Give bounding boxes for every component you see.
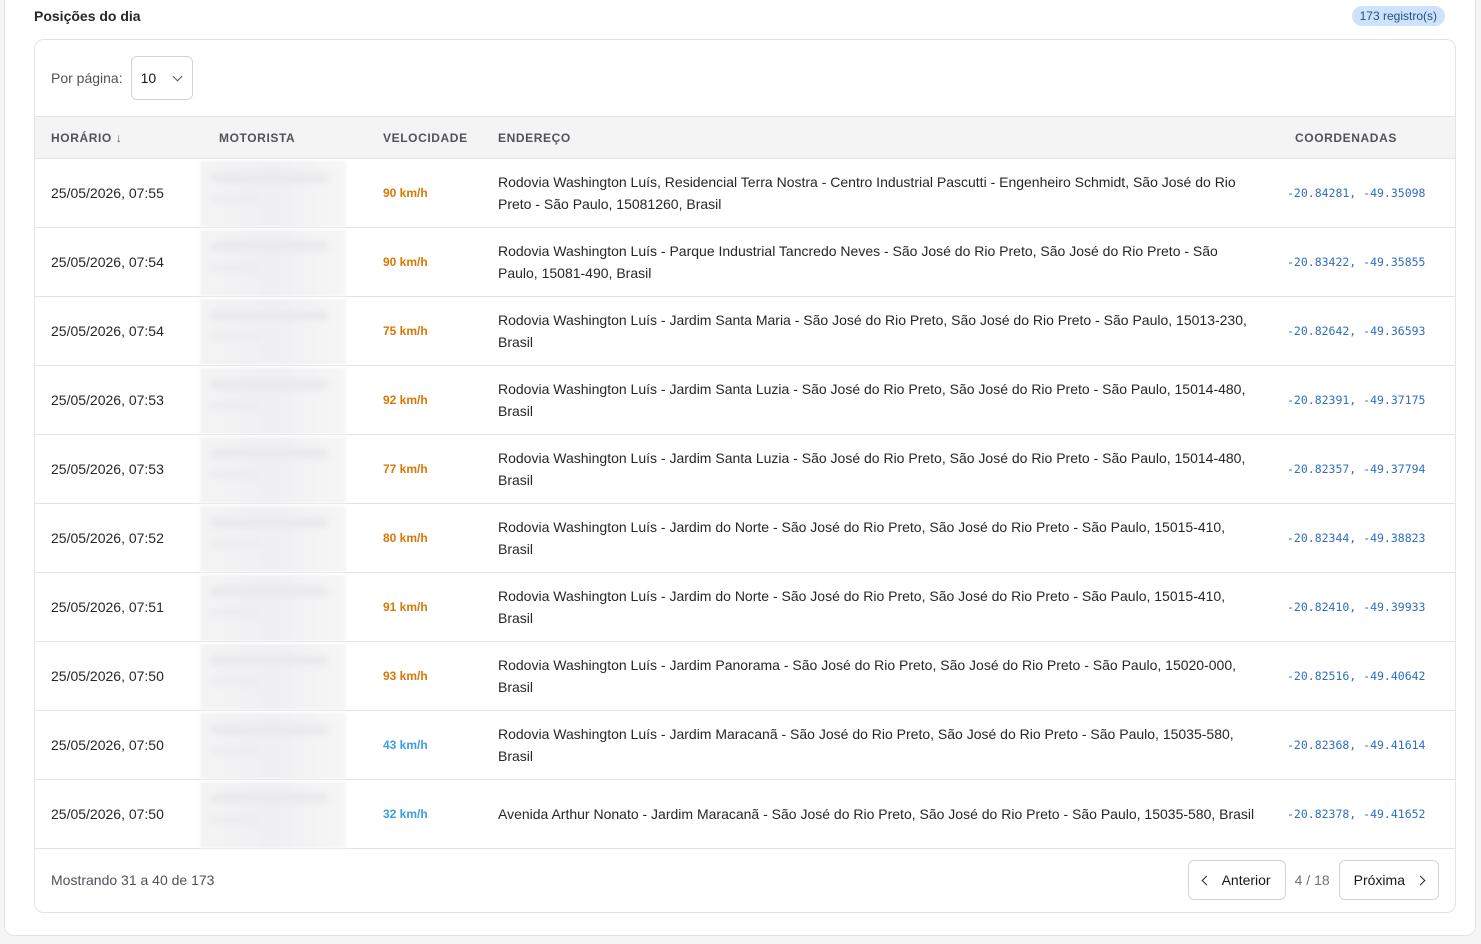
table-header-row: HORÁRIO ↓ MOTORISTA VELOCIDADE ENDEREÇO …	[35, 116, 1455, 159]
cell-driver-redacted	[200, 297, 367, 366]
cell-driver-redacted	[200, 780, 367, 849]
cell-speed: 32 km/h	[383, 807, 428, 821]
redacted-driver-name	[200, 782, 346, 848]
column-header-coords: COORDENADAS	[1279, 116, 1455, 159]
cell-address: Rodovia Washington Luís - Jardim Santa L…	[498, 381, 1246, 419]
section-title: Posições do dia	[34, 8, 141, 24]
redacted-driver-name	[200, 437, 346, 503]
cell-address: Rodovia Washington Luís - Jardim Santa M…	[498, 312, 1247, 350]
cell-coordinates[interactable]: -20.83422, -49.35855	[1279, 228, 1455, 297]
cell-time: 25/05/2026, 07:54	[51, 254, 164, 270]
table-row: 25/05/2026, 07:52 80 km/h Rodovia Washingt…	[35, 504, 1455, 573]
redacted-driver-name	[200, 230, 346, 296]
cell-address: Rodovia Washington Luís, Residencial Ter…	[498, 174, 1236, 212]
cell-speed: 75 km/h	[383, 324, 428, 338]
per-page-select[interactable]: 10	[130, 56, 193, 100]
cell-time: 25/05/2026, 07:50	[51, 668, 164, 684]
per-page-control: Por página: 10	[51, 56, 193, 100]
cell-address: Rodovia Washington Luís - Jardim do Nort…	[498, 588, 1226, 626]
column-header-address: ENDEREÇO	[482, 116, 1279, 159]
cell-speed: 90 km/h	[383, 186, 428, 200]
cell-time: 25/05/2026, 07:52	[51, 530, 164, 546]
cell-coordinates[interactable]: -20.82642, -49.36593	[1279, 297, 1455, 366]
table-row: 25/05/2026, 07:54 75 km/h Rodovia Washingt…	[35, 297, 1455, 366]
cell-time: 25/05/2026, 07:53	[51, 461, 164, 477]
chevron-left-icon	[1201, 875, 1212, 885]
cell-driver-redacted	[200, 711, 367, 780]
cell-coordinates[interactable]: -20.82378, -49.41652	[1279, 780, 1455, 849]
table-row: 25/05/2026, 07:53 92 km/h Rodovia Washingt…	[35, 366, 1455, 435]
positions-table-card: Por página: 10 HORÁRIO ↓ MOTORISTA VELOC…	[34, 39, 1456, 913]
cell-coordinates[interactable]: -20.82344, -49.38823	[1279, 504, 1455, 573]
previous-page-button[interactable]: Anterior	[1187, 860, 1286, 900]
cell-time: 25/05/2026, 07:55	[51, 185, 164, 201]
cell-driver-redacted	[200, 573, 367, 642]
cell-time: 25/05/2026, 07:50	[51, 806, 164, 822]
table-row: 25/05/2026, 07:50 43 km/h Rodovia Washingt…	[35, 711, 1455, 780]
cell-driver-redacted	[200, 159, 367, 228]
column-header-speed: VELOCIDADE	[367, 116, 482, 159]
chevron-right-icon	[1415, 875, 1426, 885]
cell-speed: 91 km/h	[383, 600, 428, 614]
cell-address: Rodovia Washington Luís - Jardim Maracan…	[498, 726, 1234, 764]
redacted-driver-name	[200, 644, 346, 710]
pagination-controls: Anterior 4 / 18 Próxima	[1187, 860, 1439, 900]
table-row: 25/05/2026, 07:50 93 km/h Rodovia Washingt…	[35, 642, 1455, 711]
cell-speed: 93 km/h	[383, 669, 428, 683]
cell-address: Rodovia Washington Luís - Parque Industr…	[498, 243, 1218, 281]
cell-time: 25/05/2026, 07:51	[51, 599, 164, 615]
cell-driver-redacted	[200, 228, 367, 297]
cell-driver-redacted	[200, 366, 367, 435]
redacted-driver-name	[200, 368, 346, 434]
next-page-label: Próxima	[1353, 872, 1405, 888]
redacted-driver-name	[200, 161, 346, 227]
table-row: 25/05/2026, 07:50 32 km/h Avenida Arthur N…	[35, 780, 1455, 849]
redacted-driver-name	[200, 506, 346, 572]
cell-speed: 43 km/h	[383, 738, 428, 752]
redacted-driver-name	[200, 713, 346, 779]
cell-driver-redacted	[200, 642, 367, 711]
column-header-driver: MOTORISTA	[203, 116, 367, 159]
chevron-down-icon	[172, 71, 183, 81]
table-row: 25/05/2026, 07:55 90 km/h Rodovia Washingt…	[35, 159, 1455, 228]
cell-coordinates[interactable]: -20.82357, -49.37794	[1279, 435, 1455, 504]
cell-address: Rodovia Washington Luís - Jardim Panoram…	[498, 657, 1237, 695]
positions-table: HORÁRIO ↓ MOTORISTA VELOCIDADE ENDEREÇO …	[35, 116, 1455, 849]
cell-address: Avenida Arthur Nonato - Jardim Maracanã …	[498, 806, 1255, 822]
cell-driver-redacted	[200, 435, 367, 504]
cell-time: 25/05/2026, 07:53	[51, 392, 164, 408]
positions-panel: Posições do dia 173 registro(s) Por pági…	[4, 0, 1476, 936]
next-page-button[interactable]: Próxima	[1338, 860, 1439, 900]
redacted-driver-name	[200, 575, 346, 641]
previous-page-label: Anterior	[1221, 872, 1271, 888]
table-row: 25/05/2026, 07:53 77 km/h Rodovia Washingt…	[35, 435, 1455, 504]
per-page-label: Por página:	[51, 70, 123, 86]
cell-coordinates[interactable]: -20.82368, -49.41614	[1279, 711, 1455, 780]
page-indicator: 4 / 18	[1294, 872, 1330, 888]
cell-speed: 77 km/h	[383, 462, 428, 476]
cell-time: 25/05/2026, 07:54	[51, 323, 164, 339]
sort-desc-icon: ↓	[115, 130, 123, 145]
cell-speed: 92 km/h	[383, 393, 428, 407]
cell-address: Rodovia Washington Luís - Jardim Santa L…	[498, 450, 1246, 488]
redacted-driver-name	[200, 299, 346, 365]
cell-coordinates[interactable]: -20.82410, -49.39933	[1279, 573, 1455, 642]
record-count-badge: 173 registro(s)	[1351, 6, 1445, 26]
per-page-value: 10	[140, 70, 157, 86]
pagination-summary: Mostrando 31 a 40 de 173	[51, 872, 215, 888]
column-header-time[interactable]: HORÁRIO ↓	[35, 116, 203, 159]
cell-coordinates[interactable]: -20.82516, -49.40642	[1279, 642, 1455, 711]
cell-coordinates[interactable]: -20.84281, -49.35098	[1279, 159, 1455, 228]
cell-coordinates[interactable]: -20.82391, -49.37175	[1279, 366, 1455, 435]
cell-time: 25/05/2026, 07:50	[51, 737, 164, 753]
cell-driver-redacted	[200, 504, 367, 573]
table-row: 25/05/2026, 07:54 90 km/h Rodovia Washingt…	[35, 228, 1455, 297]
cell-speed: 90 km/h	[383, 255, 428, 269]
cell-address: Rodovia Washington Luís - Jardim do Nort…	[498, 519, 1226, 557]
table-row: 25/05/2026, 07:51 91 km/h Rodovia Washingt…	[35, 573, 1455, 642]
cell-speed: 80 km/h	[383, 531, 428, 545]
pagination-footer: Mostrando 31 a 40 de 173 Anterior 4 / 18…	[35, 848, 1455, 912]
